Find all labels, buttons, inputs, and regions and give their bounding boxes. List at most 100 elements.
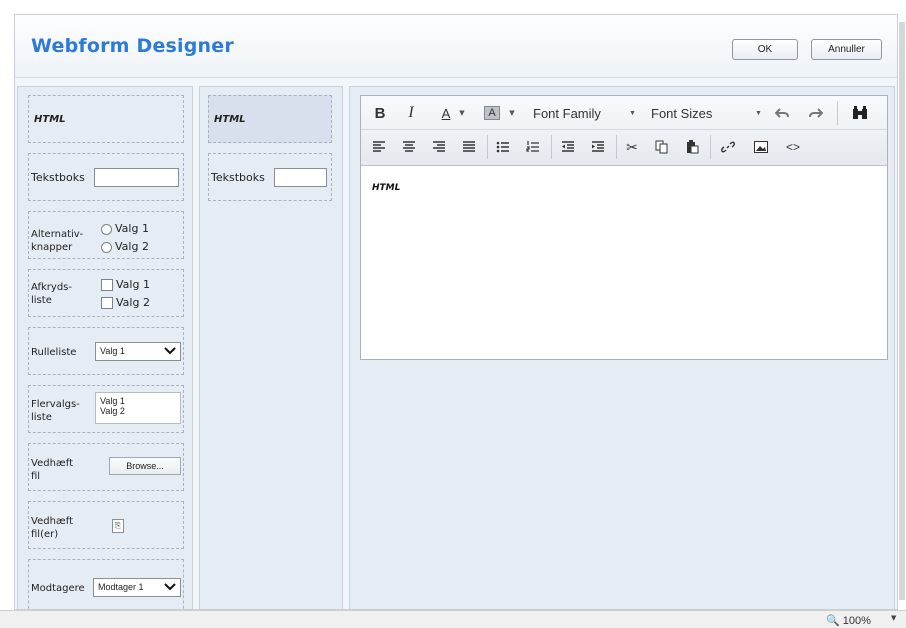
paste-icon [687, 140, 699, 154]
binoculars-icon [853, 106, 867, 119]
font-family-label: Font Family [533, 105, 601, 121]
html-editor: B I A ▼ A ▼ Font Family ▼ Font Sizes ▼ ✂… [360, 95, 888, 360]
zoom-icon: 🔍 [826, 615, 840, 627]
multiselect-option: Valg 1 [100, 396, 125, 406]
palette-radio-label: Alternativ-knapper [31, 229, 84, 253]
palette-attach-file-label: Vedhæft fil [31, 458, 73, 482]
zoom-dropdown-arrow[interactable]: ▼ [891, 614, 896, 622]
palette-multiselect-label: Flervalgs-liste [31, 399, 80, 423]
palette-checklist-label: Afkryds-liste [31, 282, 72, 306]
form-textbox-label: Tekstboks [211, 171, 265, 184]
outdent-icon [562, 141, 574, 152]
palette-item-textbox[interactable]: Tekstboks [28, 153, 184, 201]
paperclip-icon: ⎘ [112, 519, 124, 533]
editor-content[interactable]: HTML [372, 183, 400, 193]
form-item-textbox[interactable]: Tekstboks [208, 153, 332, 201]
font-sizes-dropdown-arrow: ▼ [755, 109, 762, 117]
numbered-list-icon [526, 141, 539, 152]
palette-recipients-select: Modtager 1 [93, 578, 181, 597]
browse-button: Browse... [109, 457, 181, 475]
highlight-color-button[interactable]: A [483, 102, 501, 124]
insert-image-button[interactable] [751, 136, 771, 158]
insert-link-button[interactable] [718, 136, 738, 158]
form-item-html[interactable]: HTML [208, 95, 332, 143]
align-right-button[interactable] [431, 136, 447, 158]
palette-item-multiselect[interactable]: Flervalgs-liste Valg 1 Valg 2 [28, 385, 184, 433]
undo-button[interactable] [773, 102, 791, 124]
toolbar-separator [710, 135, 711, 159]
align-center-button[interactable] [401, 136, 417, 158]
bullet-list-button[interactable] [495, 136, 511, 158]
zoom-level[interactable]: 🔍 100% [826, 614, 871, 627]
form-layout: HTML Tekstboks [199, 86, 343, 609]
numbered-list-button[interactable] [525, 136, 541, 158]
palette-item-checklist[interactable]: Afkryds-liste Valg 1 Valg 2 [28, 269, 184, 317]
indent-button[interactable] [590, 136, 606, 158]
justify-icon [463, 141, 475, 152]
font-sizes-label: Font Sizes [651, 105, 713, 121]
dialog-header: Webform Designer OK Annuller [15, 15, 897, 78]
cut-button[interactable]: ✂ [624, 136, 640, 158]
source-code-button[interactable]: <> [783, 136, 803, 158]
palette-item-radio[interactable]: Alternativ-knapper Valg 1 Valg 2 [28, 211, 184, 259]
palette-item-attach-files[interactable]: Vedhæft fil(er) ⎘ [28, 501, 184, 549]
toolbar-separator [551, 135, 552, 159]
checklist-option-2-label: Valg 2 [116, 296, 150, 309]
italic-button[interactable]: I [402, 102, 420, 124]
radio-option-2-label: Valg 2 [115, 240, 149, 253]
palette-html-label: HTML [34, 114, 66, 125]
radio-option-icon [101, 224, 112, 235]
align-left-icon [373, 141, 385, 152]
font-family-select[interactable]: Font Family ▼ [533, 102, 643, 124]
toolbar-row-1: B I A ▼ A ▼ Font Family ▼ Font Sizes ▼ [361, 96, 887, 129]
form-html-label: HTML [214, 114, 246, 125]
cancel-button[interactable]: Annuller [811, 39, 882, 60]
radio-option-icon [101, 242, 112, 253]
redo-icon [809, 108, 823, 118]
palette-recipients-value: Modtager 1 [98, 582, 144, 592]
highlight-color-dropdown-arrow[interactable]: ▼ [507, 102, 517, 124]
font-color-button[interactable]: A [437, 102, 455, 124]
multiselect-option: Valg 2 [100, 406, 125, 416]
palette-multiselect-listbox: Valg 1 Valg 2 [95, 392, 181, 424]
palette-item-dropdown[interactable]: Rulleliste Valg 1 [28, 327, 184, 375]
copy-icon [655, 140, 668, 154]
paste-button[interactable] [684, 136, 700, 158]
palette-dropdown-label: Rulleliste [31, 347, 77, 358]
bullet-list-icon [496, 141, 509, 153]
palette-textbox-label: Tekstboks [31, 171, 85, 184]
field-palette: HTML Tekstboks Alternativ-knapper Valg 1… [17, 86, 193, 609]
checkbox-icon [101, 297, 113, 309]
form-textbox-input[interactable] [274, 168, 327, 187]
palette-item-html[interactable]: HTML [28, 95, 184, 143]
align-left-button[interactable] [371, 136, 387, 158]
palette-textbox-input [94, 168, 179, 187]
palette-item-recipients[interactable]: Modtagere Modtager 1 [28, 559, 184, 609]
chevron-down-icon [164, 583, 176, 591]
bold-button[interactable]: B [371, 102, 389, 124]
zoom-value: 100% [842, 615, 871, 627]
vertical-scrollbar[interactable] [898, 14, 906, 610]
redo-button[interactable] [807, 102, 825, 124]
code-icon: <> [785, 140, 800, 154]
font-sizes-select[interactable]: Font Sizes ▼ [651, 102, 763, 124]
font-family-dropdown-arrow: ▼ [629, 109, 636, 117]
indent-icon [592, 141, 604, 152]
copy-button[interactable] [654, 136, 670, 158]
palette-dropdown-select: Valg 1 [95, 342, 181, 361]
chevron-down-icon [164, 347, 176, 355]
ok-button[interactable]: OK [732, 39, 798, 60]
palette-item-attach-file[interactable]: Vedhæft fil Browse... [28, 443, 184, 491]
status-bar: 🔍 100% ▼ [0, 610, 906, 628]
find-button[interactable] [850, 102, 870, 124]
checkbox-icon [101, 279, 113, 291]
outdent-button[interactable] [560, 136, 576, 158]
link-icon [721, 141, 735, 153]
font-color-dropdown-arrow[interactable]: ▼ [457, 102, 467, 124]
toolbar-row-2: ✂ <> [361, 129, 887, 162]
image-icon [754, 141, 768, 153]
highlight-icon-letter: A [484, 106, 500, 120]
justify-button[interactable] [461, 136, 477, 158]
scrollbar-thumb[interactable] [899, 22, 905, 600]
palette-dropdown-value: Valg 1 [100, 346, 125, 356]
